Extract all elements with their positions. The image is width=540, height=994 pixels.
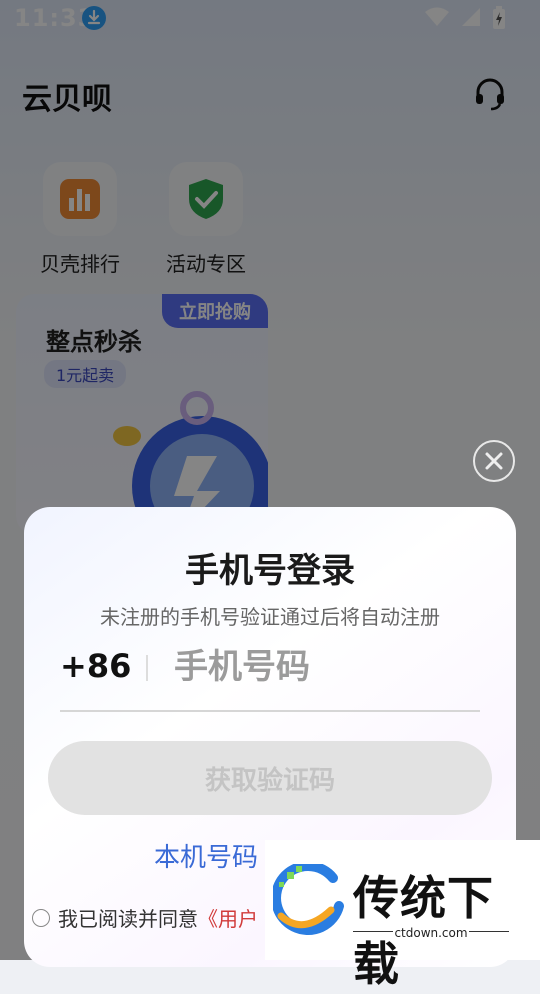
input-divider — [146, 655, 148, 681]
agreement-row: 我已阅读并同意 《用户 — [32, 903, 258, 932]
country-code-selector[interactable]: +86 — [60, 647, 131, 685]
watermark: 传统下载 ctdown.com — [265, 840, 540, 991]
phone-number-input[interactable] — [172, 641, 476, 693]
watermark-rule — [469, 931, 509, 932]
user-agreement-link[interactable]: 《用户 — [198, 903, 258, 932]
input-underline — [60, 710, 480, 712]
agreement-text: 我已阅读并同意 — [58, 907, 198, 931]
watermark-url: ctdown.com — [394, 926, 468, 940]
dialog-subtitle: 未注册的手机号验证通过后将自动注册 — [100, 605, 440, 629]
watermark-logo-icon — [273, 864, 344, 935]
agreement-checkbox[interactable] — [32, 908, 50, 927]
close-dialog-button[interactable] — [473, 440, 515, 482]
get-code-button[interactable]: 获取验证码 — [48, 741, 492, 815]
local-number-login-link[interactable]: 本机号码 — [154, 837, 258, 874]
dialog-title: 手机号登录 — [185, 551, 355, 591]
close-icon — [485, 452, 503, 470]
